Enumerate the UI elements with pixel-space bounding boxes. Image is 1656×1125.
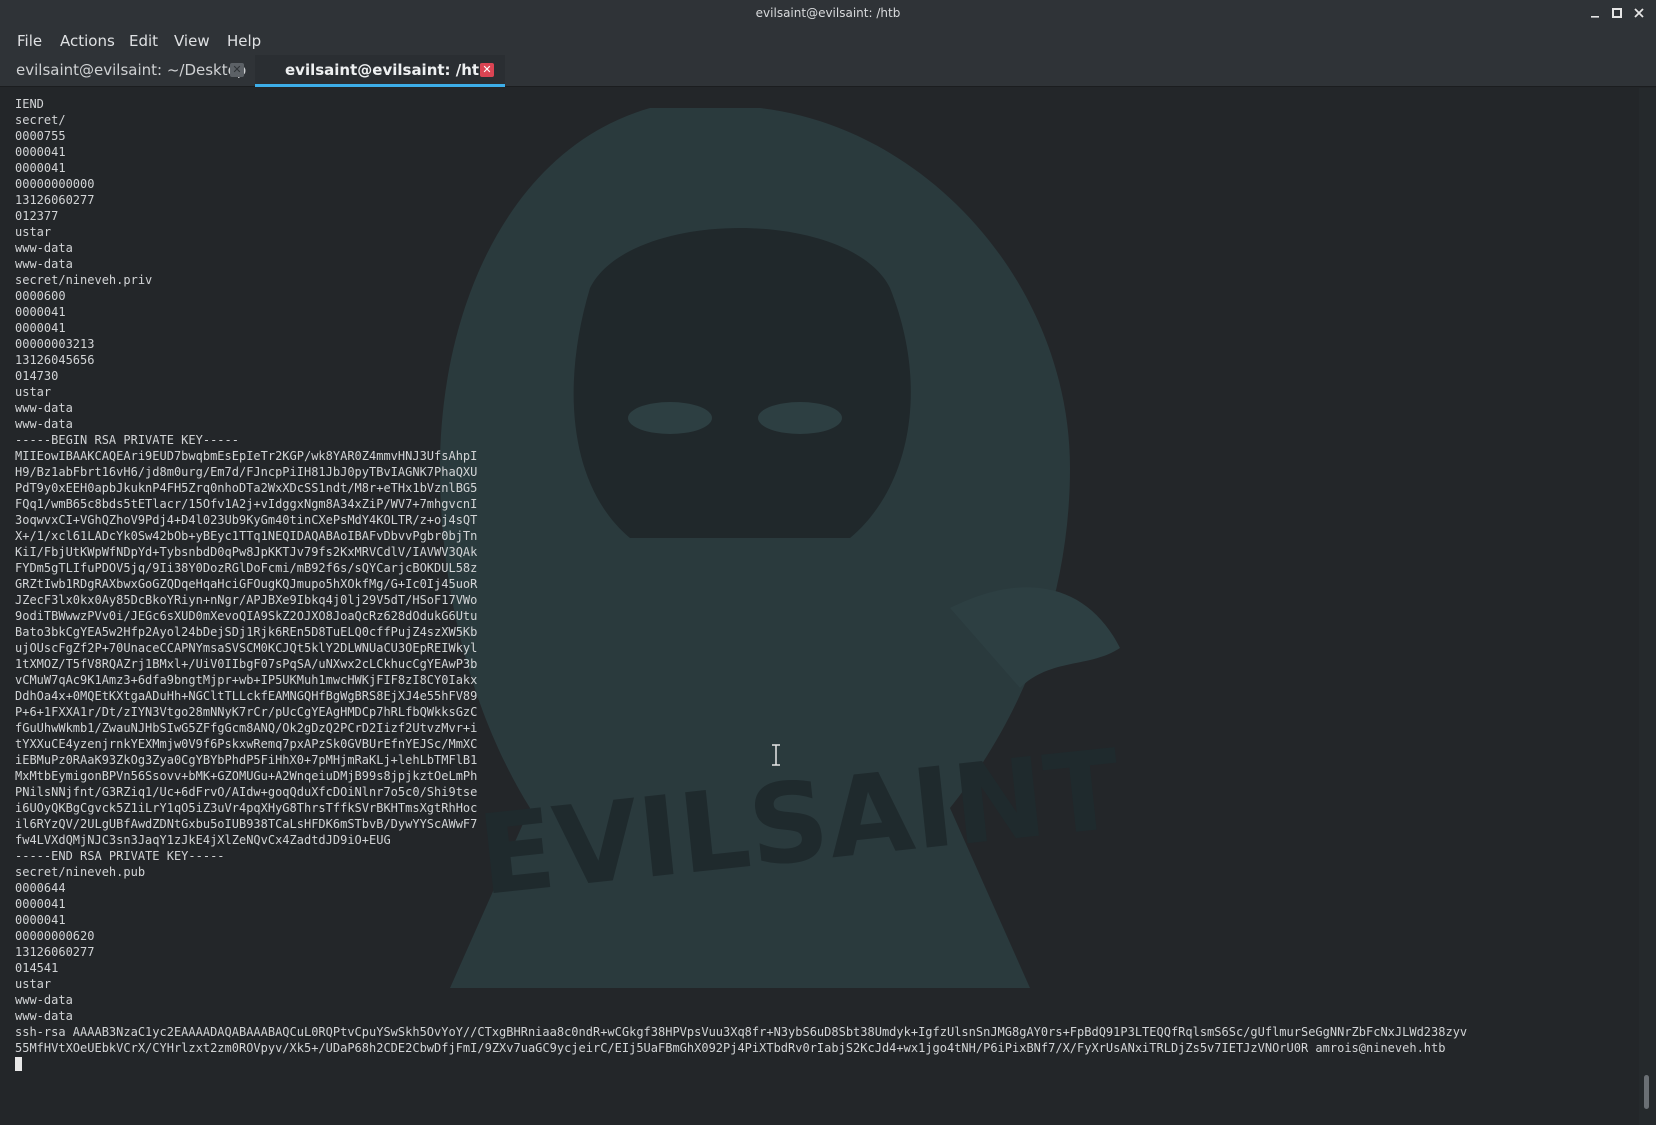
terminal-line: 0000041 xyxy=(15,897,66,911)
close-tab-icon[interactable]: ✕ xyxy=(480,63,494,77)
menu-view[interactable]: View xyxy=(174,32,210,50)
terminal-line: 00000000620 xyxy=(15,929,95,943)
terminal-line: 55MfHVtXOeUEbkVCrX/CYHrlzxt2zm0ROVpyv/Xk… xyxy=(15,1041,1446,1055)
terminal-line: PNilsNNjfnt/G3RZiq1/Uc+6dFrvO/AIdw+goqQd… xyxy=(15,785,478,799)
terminal-output: IEND secret/0000755 0000041 0000041 00000000… xyxy=(15,96,1467,1056)
terminal-area[interactable]: EVILSAINT IEND secret/0000755 0000041 00000… xyxy=(0,88,1656,1125)
terminal-line: www-data xyxy=(15,993,73,1007)
terminal-line: MIIEowIBAAKCAQEAri9EUD7bwqbmEsEpIeTr2KGP… xyxy=(15,449,478,463)
terminal-cursor xyxy=(15,1057,22,1071)
terminal-line: 1tXMOZ/T5fV8RQAZrj1BMxl+/UiV0IIbgF07sPqS… xyxy=(15,657,478,671)
terminal-line: 0000644 xyxy=(15,881,66,895)
terminal-line: 0000041 xyxy=(15,321,66,335)
terminal-line: JZecF3lx0kx0Ay85DcBkoYRiyn+nNgr/APJBXe9I… xyxy=(15,593,478,607)
menu-edit[interactable]: Edit xyxy=(129,32,158,50)
terminal-line: MxMtbEymigonBPVn56Ssovv+bMK+GZOMUGu+A2Wn… xyxy=(15,769,478,783)
close-icon[interactable] xyxy=(1631,5,1647,21)
terminal-line: www-data xyxy=(15,1009,73,1023)
terminal-line: iEBMuPz0RAaK93ZkOg3Zya0CgYBYbPhdP5FiHhX0… xyxy=(15,753,478,767)
terminal-line: 012377 xyxy=(15,209,59,223)
terminal-line: www-data xyxy=(15,257,73,271)
minimize-icon[interactable] xyxy=(1587,5,1603,21)
terminal-line: 014541 xyxy=(15,961,59,975)
tab-label: evilsaint@evilsaint: ~/Desktop xyxy=(16,61,247,79)
terminal-line: secret/nineveh.priv xyxy=(15,273,153,287)
window-title: evilsaint@evilsaint: /htb xyxy=(755,6,901,20)
terminal-line: secret/nineveh.pub xyxy=(15,865,146,879)
terminal-line: PdT9y0xEEH0apbJkuknP4FH5Zrq0nhoDTa2WxXDc… xyxy=(15,481,478,495)
menu-help[interactable]: Help xyxy=(227,32,261,50)
terminal-line: secret/ xyxy=(15,113,66,127)
terminal-line: www-data xyxy=(15,401,73,415)
tab-desktop[interactable]: evilsaint@evilsaint: ~/Desktop ✕ xyxy=(0,55,254,87)
terminal-line: 0000041 xyxy=(15,145,66,159)
terminal-line: 00000003213 xyxy=(15,337,95,351)
terminal-line: GRZtIwb1RDgRAXbwxGoGZQDqeHqaHciGFOugKQJm… xyxy=(15,577,478,591)
terminal-line: 13126060277 xyxy=(15,945,95,959)
terminal-line: i6UOyQKBgCgvck5Z1iLrY1qO5iZ3uVr4pqXHyG8T… xyxy=(15,801,478,815)
tab-htb[interactable]: evilsaint@evilsaint: /htb ✕ xyxy=(255,55,505,87)
terminal-line: H9/Bz1abFbrt16vH6/jd8m0urg/Em7d/FJncpPiI… xyxy=(15,465,478,479)
terminal-line: 0000041 xyxy=(15,913,66,927)
terminal-line: ssh-rsa AAAAB3NzaC1yc2EAAAADAQABAAABAQCu… xyxy=(15,1025,1468,1039)
terminal-line: ujOUscFgZf2P+70UnaceCCAPNYmsaSVSCM0KCJQt… xyxy=(15,641,478,655)
terminal-line: FQq1/wmB65c8bds5tETlacr/15Ofv1A2j+vIdggx… xyxy=(15,497,478,511)
terminal-line: X+/1/xcl61LADcYk0Sw42bOb+yBEyc1TTq1NEQID… xyxy=(15,529,478,543)
menu-bar: File Actions Edit View Help xyxy=(0,28,1656,55)
terminal-line: -----END RSA PRIVATE KEY----- xyxy=(15,849,225,863)
terminal-line: 0000041 xyxy=(15,161,66,175)
terminal-line: 13126060277 xyxy=(15,193,95,207)
terminal-line: IEND xyxy=(15,97,44,111)
close-tab-icon[interactable]: ✕ xyxy=(230,63,244,77)
terminal-line: vCMuW7qAc9K1Amz3+6dfa9bngtMjpr+wb+IP5UKM… xyxy=(15,673,478,687)
terminal-line: il6RYzQV/2ULgUBfAwdZDNtGxbu5oIUB938TCaLs… xyxy=(15,817,478,831)
terminal-line: Bato3bkCgYEA5w2Hfp2Ayol24bDejSDj1Rjk6REn… xyxy=(15,625,478,639)
terminal-line: 9odiTBWwwzPVv0i/JEGc6sXUD0mXevoQIA9SkZ2O… xyxy=(15,609,478,623)
terminal-line: 0000600 xyxy=(15,289,66,303)
window-titlebar: evilsaint@evilsaint: /htb xyxy=(0,0,1656,28)
terminal-scrollbar[interactable] xyxy=(1639,88,1656,1125)
active-tab-indicator xyxy=(255,84,505,87)
terminal-line: tYXXuCE4yzenjrnkYEXMmjw0V9f6PskxwRemq7px… xyxy=(15,737,478,751)
terminal-line: fw4LVXdQMjNJC3sn3JaqY1zJkE4jXlZeNQvCx4Za… xyxy=(15,833,391,847)
terminal-line: 0000041 xyxy=(15,305,66,319)
terminal-line: KiI/FbjUtKWpWfNDpYd+TybsnbdD0qPw8JpKKTJv… xyxy=(15,545,478,559)
maximize-icon[interactable] xyxy=(1609,5,1625,21)
text-cursor-icon xyxy=(770,744,782,766)
terminal-line: ustar xyxy=(15,225,52,239)
tab-bar: evilsaint@evilsaint: ~/Desktop ✕ evilsai… xyxy=(0,55,1656,87)
menu-file[interactable]: File xyxy=(17,32,42,50)
terminal-line: P+6+1FXXA1r/Dt/zIYN3Vtgo28mNNyK7rCr/pUcC… xyxy=(15,705,478,719)
terminal-line: 13126045656 xyxy=(15,353,95,367)
terminal-line: -----BEGIN RSA PRIVATE KEY----- xyxy=(15,433,239,447)
tab-label: evilsaint@evilsaint: /htb xyxy=(285,61,490,79)
terminal-line: ustar xyxy=(15,385,52,399)
terminal-line: fGuUhwWkmb1/ZwauNJHbSIwG5ZFfgGcm8ANQ/Ok2… xyxy=(15,721,478,735)
terminal-line: 00000000000 xyxy=(15,177,95,191)
menu-actions[interactable]: Actions xyxy=(60,32,115,50)
terminal-line: DdhOa4x+0MQEtKXtgaADuHh+NGCltTLLckfEAMNG… xyxy=(15,689,478,703)
terminal-line: 3oqwvxCI+VGhQZhoV9Pdj4+D4l023Ub9KyGm40ti… xyxy=(15,513,478,527)
scroll-thumb[interactable] xyxy=(1644,1075,1649,1109)
terminal-line: www-data xyxy=(15,241,73,255)
terminal-line: ustar xyxy=(15,977,52,991)
terminal-line: 0000755 xyxy=(15,129,66,143)
terminal-line: 014730 xyxy=(15,369,59,383)
terminal-line: www-data xyxy=(15,417,73,431)
terminal-line: FYDm5gTLIfuPDOV5jq/9Ii38Y0DozRGlDoFcmi/m… xyxy=(15,561,478,575)
